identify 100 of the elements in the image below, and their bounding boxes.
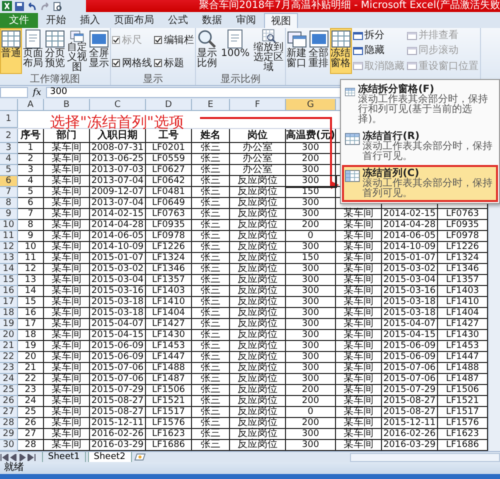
sheet-tab[interactable]: Sheet2 — [88, 452, 132, 462]
function-label[interactable]: fx — [30, 88, 44, 98]
file-tab[interactable]: 文件 — [0, 13, 38, 28]
cell-text: 2014-02-15 — [91, 209, 144, 219]
cell-text: 张三 — [200, 264, 220, 274]
column-header[interactable]: A — [18, 99, 44, 111]
row-header[interactable]: 28 — [0, 418, 18, 429]
row-header[interactable]: 14 — [0, 264, 18, 275]
row-header[interactable]: 3 — [0, 143, 18, 154]
cell-text: 办公室 — [242, 154, 272, 164]
row-header[interactable]: 22 — [0, 352, 18, 363]
ribbon-tab[interactable]: 开始 — [40, 13, 72, 28]
row-header[interactable]: 29 — [0, 429, 18, 440]
cell-text: LF1427 — [446, 319, 480, 329]
row-header[interactable]: 12 — [0, 242, 18, 253]
row-header[interactable]: 11 — [0, 231, 18, 242]
row-header[interactable]: 23 — [0, 363, 18, 374]
row-header[interactable]: 21 — [0, 341, 18, 352]
ribbon-button[interactable]: 100% — [218, 28, 253, 74]
ribbon-button[interactable]: 页面布局 — [22, 28, 44, 74]
ribbon-small-button[interactable]: 隐藏 — [352, 45, 405, 56]
row-header[interactable]: 25 — [0, 385, 18, 396]
checkbox[interactable]: 编辑栏 — [154, 32, 194, 46]
row-header[interactable]: 19 — [0, 319, 18, 330]
row-header[interactable]: 9 — [0, 209, 18, 220]
row-header[interactable]: 20 — [0, 330, 18, 341]
menu-item[interactable]: 冻结首列(C) 滚动工作表其余部分时，保持首列可见。 — [342, 165, 498, 202]
row-header[interactable]: 6 — [0, 176, 18, 187]
ribbon-button[interactable]: 冻结窗格 — [330, 28, 352, 74]
row-header[interactable]: 18 — [0, 308, 18, 319]
ribbon-button[interactable]: 普通 — [0, 28, 22, 74]
cell-text: 300 — [302, 176, 320, 186]
cell-text: 某车间 — [52, 341, 82, 351]
column-header[interactable]: G — [286, 99, 336, 111]
horizontal-scrollbar[interactable] — [350, 452, 500, 462]
spreadsheet-app-icon[interactable] — [2, 1, 12, 11]
cell-text: 某车间 — [52, 198, 82, 208]
cell-text: 某车间 — [344, 253, 374, 263]
column-header[interactable]: F — [230, 99, 286, 111]
cell-text: 2015-07-29 — [91, 385, 144, 395]
cell-text: LF0559 — [152, 154, 186, 164]
checkbox[interactable]: 标题 — [154, 56, 194, 70]
cell-text: 300 — [302, 374, 320, 384]
menu-item[interactable]: 冻结首行(R) 滚动工作表其余部分时，保持首行可见。 — [342, 128, 498, 165]
sheet-tab[interactable]: Sheet1 — [42, 452, 86, 462]
cell-text: LF0642 — [152, 176, 186, 186]
ribbon-tab[interactable]: 数据 — [196, 13, 228, 28]
cell-text: 2008-07-31 — [91, 143, 144, 153]
ribbon-tab[interactable]: 页面布局 — [108, 13, 160, 28]
row-header[interactable]: 30 — [0, 440, 18, 451]
row-header[interactable]: 15 — [0, 275, 18, 286]
cell-text: 反应岗位 — [238, 341, 278, 351]
cell-text: 4 — [28, 176, 34, 186]
row-header[interactable]: 10 — [0, 220, 18, 231]
row-header[interactable]: 4 — [0, 154, 18, 165]
ribbon-tab[interactable]: 插入 — [74, 13, 106, 28]
selected-cell[interactable]: 300 — [286, 176, 336, 187]
ribbon-button[interactable]: 全部重排 — [308, 28, 330, 74]
row-header[interactable]: 2 — [0, 129, 18, 143]
row-header[interactable]: 24 — [0, 374, 18, 385]
column-header[interactable]: D — [146, 99, 192, 111]
ribbon-button[interactable]: 显示比例 — [196, 28, 218, 74]
row-header[interactable]: 7 — [0, 187, 18, 198]
row-header[interactable]: 8 — [0, 198, 18, 209]
row-header[interactable]: 1 — [0, 111, 18, 128]
cell-text: LF0978 — [152, 231, 186, 241]
ribbon-button[interactable]: 缩放到选定区域 — [252, 28, 285, 74]
undo-icon[interactable] — [27, 2, 37, 10]
cell-text: 某车间 — [52, 297, 82, 307]
ribbon-button[interactable]: 自定义视图 — [66, 28, 88, 74]
cell-text: 2014-02-15 — [383, 209, 436, 219]
cell-text: LF0935 — [152, 220, 186, 230]
row-header[interactable]: 26 — [0, 396, 18, 407]
column-header[interactable]: E — [192, 99, 230, 111]
row-header[interactable]: 5 — [0, 165, 18, 176]
cell-text: 26 — [24, 418, 36, 428]
ribbon-tab[interactable]: 视图 — [264, 13, 298, 28]
column-header[interactable]: C — [90, 99, 146, 111]
cell-text: LF0481 — [152, 187, 186, 197]
insert-sheet-icon[interactable] — [134, 453, 146, 461]
ribbon-button[interactable]: 全屏显示 — [88, 28, 110, 74]
cell-text: 张三 — [200, 242, 220, 252]
annotation-text: 选择"冻结首列"选项 — [50, 114, 184, 130]
column-header[interactable]: B — [44, 99, 90, 111]
ribbon-small-button[interactable]: 拆分 — [352, 30, 405, 42]
save-icon[interactable] — [15, 2, 24, 10]
cell-text: 反应岗位 — [238, 231, 278, 241]
window-pane-icon — [406, 46, 417, 55]
ribbon-button[interactable]: 新建窗口 — [286, 28, 308, 74]
row-header[interactable]: 13 — [0, 253, 18, 264]
row-header[interactable]: 27 — [0, 407, 18, 418]
ribbon-tab[interactable]: 审阅 — [230, 13, 262, 28]
grid-icon — [45, 29, 65, 49]
ribbon-button[interactable]: 分页预览 — [44, 28, 66, 74]
cell-text: LF1487 — [152, 374, 186, 384]
row-header[interactable]: 17 — [0, 297, 18, 308]
print-preview-icon[interactable] — [53, 2, 62, 10]
row-header[interactable]: 16 — [0, 286, 18, 297]
ribbon-tab[interactable]: 公式 — [162, 13, 194, 28]
checkbox[interactable]: 网格线 — [112, 56, 152, 70]
